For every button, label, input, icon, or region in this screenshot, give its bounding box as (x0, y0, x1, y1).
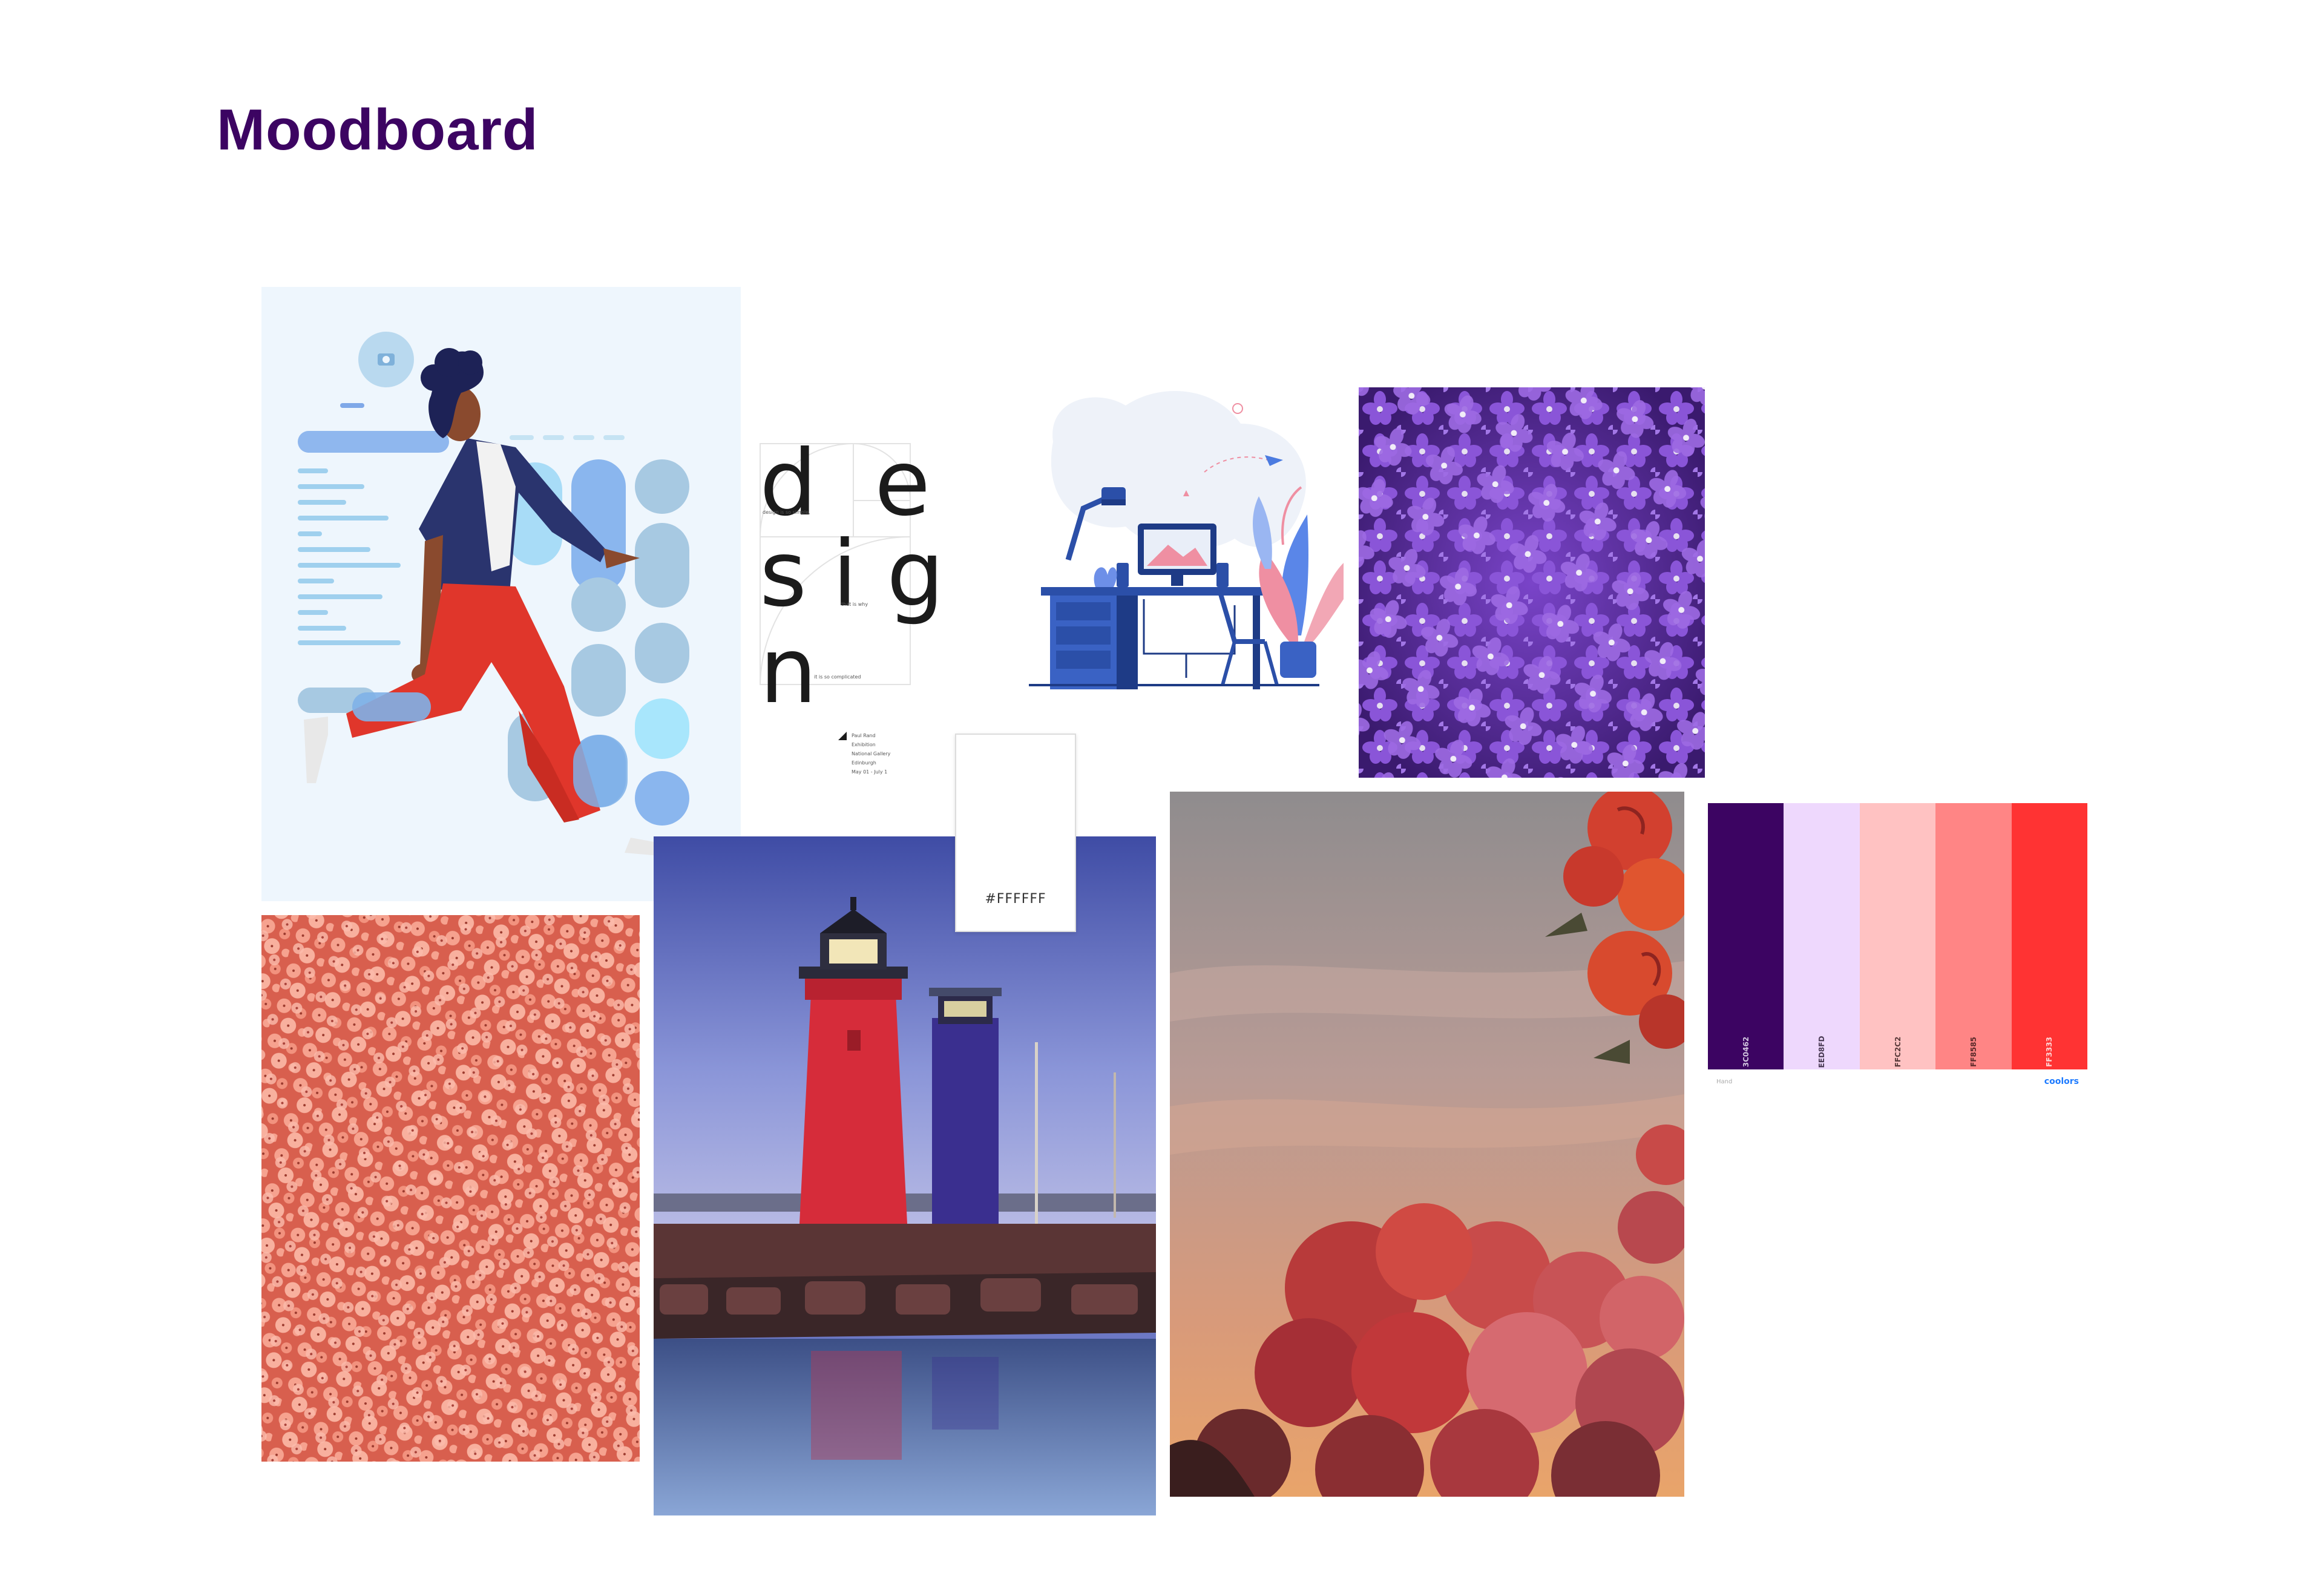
palette-swatch[interactable]: FF8585 (1935, 803, 2012, 1069)
roses-sunset-image (1170, 792, 1684, 1497)
poster-letter-n: n (760, 619, 818, 724)
poster-tagline-2: that is why (841, 602, 868, 607)
palette-swatches: 3C0462 EED8FD FFC2C2 FF8585 FF3333 (1708, 803, 2088, 1069)
page-title: Moodboard (217, 97, 539, 162)
poster-tagline-3: it is so complicated (814, 674, 861, 680)
poster-info-line: National Gallery (852, 751, 891, 757)
poster-info-line: Edinburgh (852, 760, 876, 766)
lighthouse-photo[interactable] (654, 836, 1156, 1515)
palette-swatch-label: FF8585 (1969, 1037, 1978, 1067)
palette-footer-text: Hand (1716, 1079, 1733, 1085)
palette-swatch[interactable]: FFC2C2 (1859, 803, 1936, 1069)
roses-sunset-photo[interactable] (1170, 792, 1684, 1497)
desk-illustration-card[interactable] (1005, 315, 1344, 690)
palette-swatch[interactable]: EED8FD (1784, 803, 1860, 1069)
violet-flowers-photo[interactable] (1359, 387, 1705, 778)
poster-info-line: May 01 - July 1 (852, 769, 888, 775)
coolors-logo[interactable]: coolors (2044, 1077, 2079, 1086)
coral-image (261, 915, 640, 1462)
poster-tagline-1: design is so simple, (763, 510, 810, 515)
palette-swatch[interactable]: FF3333 (2011, 803, 2088, 1069)
person-illustration-card[interactable] (261, 287, 741, 901)
palette-swatch[interactable]: 3C0462 (1708, 803, 1784, 1069)
poster-info-line: Exhibition (852, 742, 876, 747)
coral-photo[interactable] (261, 915, 640, 1462)
palette-swatch-label: EED8FD (1817, 1036, 1827, 1068)
poster-letter-s: s (760, 522, 807, 627)
triangle-icon (838, 732, 847, 740)
poster-info-line: Paul Rand (852, 733, 876, 738)
palette-swatch-label: FFC2C2 (1893, 1036, 1902, 1068)
palette-swatch-label: 3C0462 (1741, 1036, 1750, 1068)
walking-person-illustration (261, 287, 741, 901)
poster-letter-e: e (875, 431, 931, 536)
poster-letter-d: d (760, 431, 818, 536)
palette-swatch-label: FF3333 (2045, 1037, 2054, 1067)
poster-letter-g: g (887, 522, 945, 627)
color-palette[interactable]: 3C0462 EED8FD FFC2C2 FF8585 FF3333 Hand … (1708, 803, 2088, 1088)
lighthouse-image (654, 836, 1156, 1515)
poster-info: Paul Rand Exhibition National Gallery Ed… (852, 731, 890, 777)
violet-flowers-image (1359, 387, 1705, 778)
white-color-swatch-card[interactable]: #FFFFFF (955, 734, 1076, 932)
workspace-illustration (1005, 315, 1344, 690)
white-swatch-hex: #FFFFFF (985, 891, 1046, 907)
